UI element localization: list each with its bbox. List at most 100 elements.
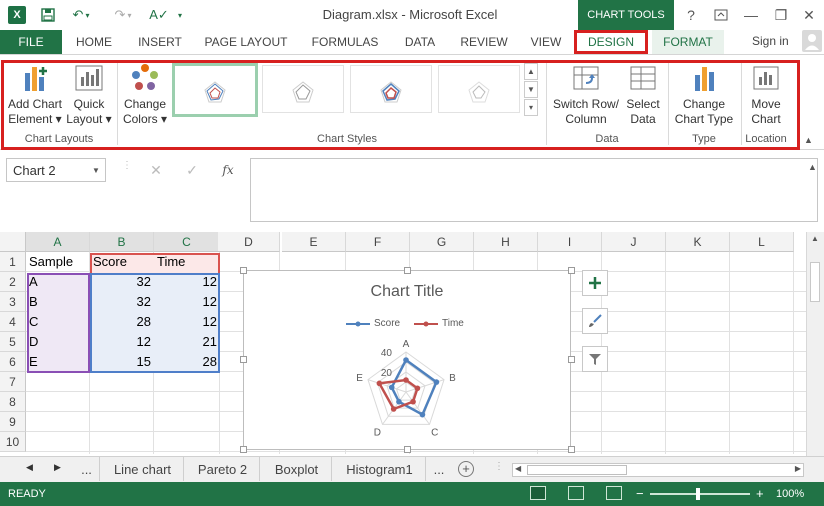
- zoom-slider[interactable]: [650, 493, 750, 495]
- vertical-scrollbar[interactable]: ▲: [806, 232, 824, 456]
- tab-formulas[interactable]: FORMULAS: [302, 30, 388, 54]
- tab-file[interactable]: FILE: [0, 30, 62, 54]
- resize-handle-sw[interactable]: [240, 446, 247, 453]
- page-layout-view-icon[interactable]: [568, 486, 584, 500]
- chart-style-3[interactable]: [350, 65, 432, 113]
- gallery-more-icon[interactable]: ▾: [524, 99, 538, 116]
- row-header-8[interactable]: 8: [0, 392, 26, 412]
- avatar[interactable]: [802, 30, 822, 52]
- row-header-6[interactable]: 6: [0, 352, 26, 372]
- gallery-scroll-up-icon[interactable]: ▲: [524, 63, 538, 80]
- resize-handle-s[interactable]: [404, 446, 411, 453]
- next-sheet-icon[interactable]: ▶: [54, 462, 61, 473]
- column-header-h[interactable]: H: [474, 232, 538, 252]
- cell-c4[interactable]: 12: [154, 312, 220, 332]
- sheet-tab-line-chart[interactable]: Line chart: [102, 457, 184, 481]
- tab-page-layout[interactable]: PAGE LAYOUT: [196, 30, 296, 54]
- column-header-i[interactable]: I: [538, 232, 602, 252]
- column-header-k[interactable]: K: [666, 232, 730, 252]
- sheet-tab-histogram1[interactable]: Histogram1: [334, 457, 426, 481]
- row-header-7[interactable]: 7: [0, 372, 26, 392]
- zoom-slider-thumb[interactable]: [696, 488, 700, 500]
- tab-review[interactable]: REVIEW: [452, 30, 516, 54]
- cell-c5[interactable]: 21: [154, 332, 220, 352]
- restore-button[interactable]: ❐: [770, 4, 792, 26]
- sign-in-link[interactable]: Sign in: [752, 34, 789, 48]
- resize-handle-n[interactable]: [404, 267, 411, 274]
- cell-b3[interactable]: 32: [90, 292, 154, 312]
- tab-home[interactable]: HOME: [66, 30, 122, 54]
- ribbon-display-options-icon[interactable]: [710, 4, 732, 26]
- cancel-icon[interactable]: ✕: [144, 160, 168, 180]
- help-icon[interactable]: ?: [680, 4, 702, 26]
- cell-a4[interactable]: C: [26, 312, 90, 332]
- quick-layout-button[interactable]: Quick Layout ▾: [66, 63, 112, 127]
- resize-handle-nw[interactable]: [240, 267, 247, 274]
- redo-icon[interactable]: ↷ ▾: [106, 5, 140, 25]
- cell-a1[interactable]: Sample: [26, 252, 90, 272]
- cell-b1[interactable]: Score: [90, 252, 154, 272]
- column-header-c[interactable]: C: [154, 232, 220, 252]
- collapse-formula-bar-icon[interactable]: ▲: [808, 162, 817, 172]
- zoom-level[interactable]: 100%: [776, 488, 804, 500]
- cell-b5[interactable]: 12: [90, 332, 154, 352]
- column-header-a[interactable]: A: [26, 232, 90, 252]
- more-sheets-left[interactable]: ...: [74, 457, 100, 481]
- cell-b6[interactable]: 15: [90, 352, 154, 372]
- column-header-j[interactable]: J: [602, 232, 666, 252]
- cell-c3[interactable]: 12: [154, 292, 220, 312]
- tab-insert[interactable]: INSERT: [128, 30, 192, 54]
- close-button[interactable]: ✕: [798, 4, 820, 26]
- customize-qat-icon[interactable]: ▾: [174, 5, 186, 25]
- cell-c1[interactable]: Time: [154, 252, 220, 272]
- collapse-ribbon-icon[interactable]: ▲: [804, 135, 813, 145]
- name-box[interactable]: Chart 2: [6, 158, 106, 182]
- cell-a5[interactable]: D: [26, 332, 90, 352]
- scroll-up-icon[interactable]: ▲: [811, 234, 819, 243]
- spelling-icon[interactable]: A✓: [146, 5, 172, 25]
- zoom-in-button[interactable]: +: [756, 486, 764, 501]
- cell-b2[interactable]: 32: [90, 272, 154, 292]
- change-colors-button[interactable]: Change Colors ▾: [120, 63, 170, 127]
- tab-view[interactable]: VIEW: [522, 30, 570, 54]
- resize-handle-ne[interactable]: [568, 267, 575, 274]
- undo-icon[interactable]: ↶ ▾: [64, 5, 98, 25]
- row-header-4[interactable]: 4: [0, 312, 26, 332]
- chart-filters-button[interactable]: [582, 346, 608, 372]
- chart-style-2[interactable]: [262, 65, 344, 113]
- cell-c6[interactable]: 28: [154, 352, 220, 372]
- cell-a6[interactable]: E: [26, 352, 90, 372]
- tab-data[interactable]: DATA: [394, 30, 446, 54]
- horizontal-scrollbar[interactable]: ◀ ▶: [512, 463, 804, 477]
- page-break-view-icon[interactable]: [606, 486, 622, 500]
- excel-logo-icon[interactable]: X: [8, 6, 26, 24]
- resize-handle-w[interactable]: [240, 356, 247, 363]
- zoom-out-button[interactable]: −: [636, 486, 644, 501]
- switch-row-column-button[interactable]: Switch Row/ Column: [550, 63, 622, 127]
- column-header-e[interactable]: E: [282, 232, 346, 252]
- tab-design[interactable]: DESIGN: [574, 30, 648, 54]
- cell-a2[interactable]: A: [26, 272, 90, 292]
- chart-elements-button[interactable]: [582, 270, 608, 296]
- select-data-button[interactable]: Select Data: [622, 63, 664, 127]
- minimize-button[interactable]: —: [740, 4, 762, 26]
- radar-chart[interactable]: Chart Title Score Time 20 40 A B C D E: [243, 270, 571, 450]
- row-header-3[interactable]: 3: [0, 292, 26, 312]
- column-header-g[interactable]: G: [410, 232, 474, 252]
- tab-format[interactable]: FORMAT: [652, 30, 724, 54]
- tab-split-handle[interactable]: ⋮: [494, 461, 504, 472]
- new-sheet-button[interactable]: +: [458, 461, 474, 477]
- row-header-5[interactable]: 5: [0, 332, 26, 352]
- sheet-tab-pareto-2[interactable]: Pareto 2: [186, 457, 260, 481]
- column-header-d[interactable]: D: [218, 232, 280, 252]
- enter-icon[interactable]: ✓: [180, 160, 204, 180]
- scroll-left-icon[interactable]: ◀: [515, 464, 521, 473]
- row-header-10[interactable]: 10: [0, 432, 26, 452]
- scroll-right-icon[interactable]: ▶: [795, 464, 801, 473]
- sheet-tab-boxplot[interactable]: Boxplot: [262, 457, 332, 481]
- radar-plot-area[interactable]: 20 40 A B C D E: [244, 271, 570, 449]
- select-all-corner[interactable]: [0, 232, 26, 252]
- cell-c2[interactable]: 12: [154, 272, 220, 292]
- name-box-dropdown-icon[interactable]: ▼: [92, 166, 100, 175]
- vertical-scroll-thumb[interactable]: [810, 262, 820, 302]
